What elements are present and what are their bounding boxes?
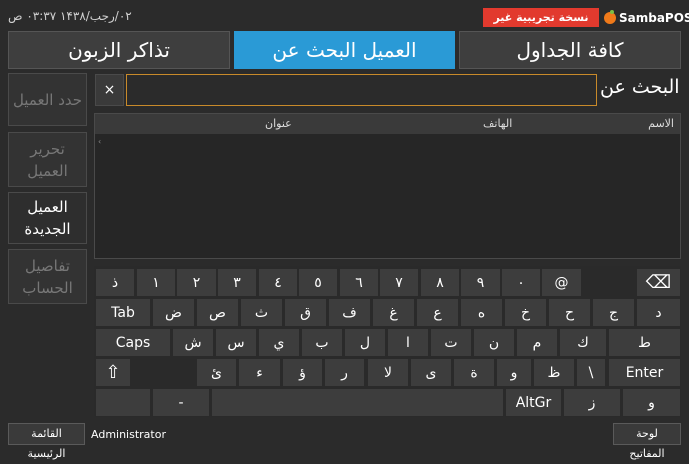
select-customer-button[interactable]: حدد العميل [8, 73, 87, 126]
key-row5-0[interactable]: - [152, 388, 210, 417]
key-row4-3[interactable]: ؤ [282, 358, 323, 387]
key-row1-1[interactable]: ١ [136, 268, 176, 297]
key-row3-3[interactable]: ي [258, 328, 300, 357]
key-row2-11[interactable]: ج [592, 298, 635, 327]
key-row3-1[interactable]: ش [172, 328, 214, 357]
key-row1-4[interactable]: ٤ [258, 268, 298, 297]
key-row4-1[interactable]: ئ [196, 358, 237, 387]
key-row3-6[interactable]: ا [387, 328, 429, 357]
key-row5-3[interactable]: و [622, 388, 681, 417]
key-row1-11[interactable]: @ [541, 268, 582, 297]
column-header-name[interactable]: الاسم [648, 117, 674, 130]
key-row2-6[interactable]: غ [372, 298, 415, 327]
key-row2-0[interactable]: Tab [95, 298, 151, 327]
key-space[interactable] [211, 388, 504, 417]
date-time-label: ۰۲/رجب/۱۴۳۸ ۰۳:۳۷ ص [8, 9, 132, 23]
search-label: البحث عن [600, 76, 680, 98]
key-row4-5[interactable]: لا [367, 358, 409, 387]
clear-search-button[interactable]: × [95, 74, 124, 106]
row-marker: ‹ [98, 137, 102, 146]
key-row2-1[interactable]: ض [152, 298, 195, 327]
column-header-phone[interactable]: الهاتف [483, 117, 512, 130]
key-row1-8[interactable]: ٨ [420, 268, 460, 297]
key-row1-9[interactable]: ٩ [460, 268, 501, 297]
key-row4-6[interactable]: ى [410, 358, 452, 387]
key-row5-blank-left[interactable] [95, 388, 151, 417]
current-user-label: Administrator [91, 428, 166, 441]
key-row2-7[interactable]: ع [416, 298, 459, 327]
keyboard-toggle-button[interactable]: لوحة المفاتيح [613, 423, 681, 460]
key-row2-5[interactable]: ف [328, 298, 371, 327]
new-customer-button[interactable]: العميل الجديدة [8, 192, 87, 244]
key-row2-2[interactable]: ص [196, 298, 239, 327]
key-row1-2[interactable]: ٢ [176, 268, 217, 297]
customer-results-grid: الاسم الهاتف عنوان ‹ [94, 113, 681, 259]
tab-search-customer[interactable]: العميل البحث عن [234, 31, 455, 69]
key-row5-1[interactable]: AltGr [505, 388, 562, 417]
tab-customer-tickets[interactable]: تذاكر الزبون [8, 31, 230, 69]
key-row2-9[interactable]: خ [504, 298, 547, 327]
key-row3-11[interactable]: ط [608, 328, 681, 357]
key-row5-2[interactable]: ز [563, 388, 621, 417]
key-row1-6[interactable]: ٦ [339, 268, 379, 297]
grid-header: الاسم الهاتف عنوان [95, 114, 680, 134]
key-row1-0[interactable]: ذ [95, 268, 135, 297]
key-row4-8[interactable]: و [496, 358, 532, 387]
key-row4-10[interactable]: \ [576, 358, 606, 387]
account-details-button[interactable]: تفاصيل الحساب [8, 249, 87, 304]
search-input[interactable] [126, 74, 597, 106]
key-row4-7[interactable]: ة [453, 358, 495, 387]
key-row4-9[interactable]: ظ [533, 358, 575, 387]
key-row4-2[interactable]: ء [238, 358, 281, 387]
key-row3-0[interactable]: Caps [95, 328, 171, 357]
key-row4-0[interactable]: ⇧ [95, 358, 131, 387]
key-row1-12[interactable]: ⌫ [636, 268, 681, 297]
edit-customer-button[interactable]: تحرير العميل [8, 132, 87, 187]
key-row1-5[interactable]: ٥ [298, 268, 338, 297]
tab-all-tables[interactable]: كافة الجداول [459, 31, 681, 69]
key-row2-12[interactable]: د [636, 298, 681, 327]
key-row3-2[interactable]: س [215, 328, 257, 357]
key-row1-7[interactable]: ٧ [379, 268, 419, 297]
key-row2-3[interactable]: ث [240, 298, 283, 327]
key-row3-8[interactable]: ن [473, 328, 515, 357]
trial-badge: نسخة تجريبية غير مسجلة [483, 8, 599, 43]
key-row1-3[interactable]: ٣ [217, 268, 257, 297]
column-header-address[interactable]: عنوان [265, 117, 292, 130]
key-row3-9[interactable]: م [516, 328, 558, 357]
key-row3-5[interactable]: ل [344, 328, 386, 357]
key-row2-8[interactable]: ه [460, 298, 503, 327]
key-row2-10[interactable]: ح [548, 298, 591, 327]
key-row3-4[interactable]: ب [301, 328, 343, 357]
key-row1-10[interactable]: ٠ [501, 268, 541, 297]
key-row2-4[interactable]: ق [284, 298, 327, 327]
logo-text: SambaPOS [619, 10, 689, 25]
key-row3-10[interactable]: ك [559, 328, 607, 357]
sambapos-logo: SambaPOS [604, 8, 689, 27]
orange-logo-icon [604, 9, 616, 24]
main-menu-button[interactable]: القائمة الرئيسية [8, 423, 85, 460]
key-row3-7[interactable]: ت [430, 328, 472, 357]
key-row4-4[interactable]: ر [324, 358, 365, 387]
key-row4-11[interactable]: Enter [608, 358, 681, 387]
